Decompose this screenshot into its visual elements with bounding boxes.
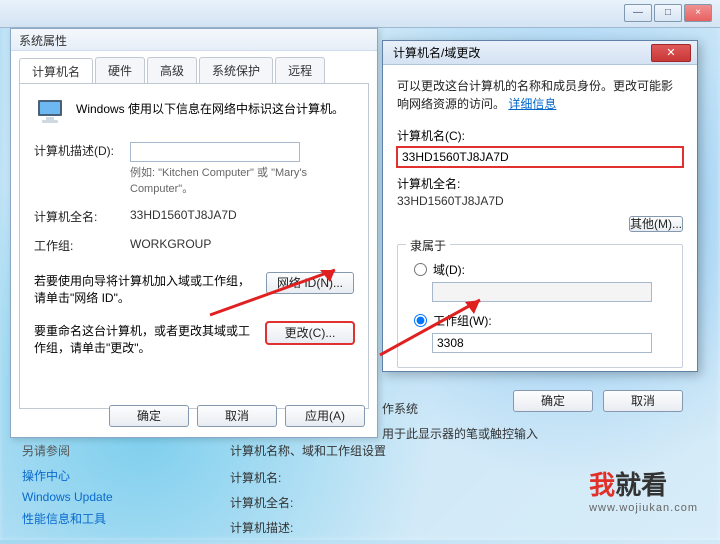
description-input[interactable] [130,142,300,162]
member-of-label: 隶属于 [406,237,450,254]
dialog2-close-button[interactable]: ✕ [651,44,691,62]
workgroup-input[interactable] [432,333,652,353]
see-also-panel: 另请参阅 操作中心 Windows Update 性能信息和工具 [22,442,182,533]
computer-name-input[interactable] [397,147,683,167]
computer-name-label: 计算机名(C): [397,127,683,144]
dialog2-ok-button[interactable]: 确定 [513,390,593,412]
tab-panel: Windows 使用以下信息在网络中标识这台计算机。 计算机描述(D): 例如:… [19,83,369,409]
tab-hardware[interactable]: 硬件 [95,57,145,83]
system-properties-dialog: 系统属性 计算机名 硬件 高级 系统保护 远程 Windows 使用以下信息在网… [10,28,378,438]
networkid-text: 若要使用向导将计算机加入域或工作组，请单击"网络 ID"。 [34,272,266,306]
fullname-label: 计算机全名: [34,208,130,225]
dialog2-fullname-value: 33HD1560TJ8JA7D [397,194,683,208]
workgroup-radio[interactable]: 工作组(W): [414,312,670,329]
tab-remote[interactable]: 远程 [275,57,325,83]
maximize-button[interactable]: □ [654,4,682,22]
change-button[interactable]: 更改(C)... [266,322,354,344]
link-action-center[interactable]: 操作中心 [22,467,182,484]
network-id-button[interactable]: 网络 ID(N)... [266,272,354,294]
minimize-button[interactable]: — [624,4,652,22]
tab-system-protection[interactable]: 系统保护 [199,57,273,83]
intro-text: Windows 使用以下信息在网络中标识这台计算机。 [76,96,344,128]
workgroup-value: WORKGROUP [130,237,354,251]
tab-strip: 计算机名 硬件 高级 系统保护 远程 [11,51,377,83]
name-domain-settings-panel: 计算机名称、域和工作组设置 计算机名: 计算机全名: 计算机描述: [230,442,510,544]
cancel-button[interactable]: 取消 [197,405,277,427]
dialog-title: 系统属性 [11,29,377,51]
see-also-header: 另请参阅 [22,442,182,459]
window-close-button[interactable]: × [684,4,712,22]
tab-advanced[interactable]: 高级 [147,57,197,83]
tab-computer-name[interactable]: 计算机名 [19,58,93,84]
workgroup-label: 工作组: [34,237,130,254]
dialog2-title: 计算机名/域更改 [393,44,480,61]
apply-button[interactable]: 应用(A) [285,405,365,427]
watermark: 我就看 www.wojiukan.com [589,465,698,514]
fullname-value: 33HD1560TJ8JA7D [130,208,354,222]
domain-input [432,282,652,302]
details-link[interactable]: 详细信息 [508,97,556,111]
domain-radio[interactable]: 域(D): [414,261,670,278]
dialog2-cancel-button[interactable]: 取消 [603,390,683,412]
description-hint: 例如: "Kitchen Computer" 或 "Mary's Compute… [130,164,354,196]
link-windows-update[interactable]: Windows Update [22,490,182,504]
window-chrome: — □ × [0,0,720,28]
more-button[interactable]: 其他(M)... [629,216,683,232]
rename-text: 要重命名这台计算机，或者更改其域或工作组，请单击"更改"。 [34,322,266,356]
dialog2-fullname-label: 计算机全名: [397,175,683,192]
computer-icon [34,96,66,128]
settings-header: 计算机名称、域和工作组设置 [230,442,510,459]
ok-button[interactable]: 确定 [109,405,189,427]
description-label: 计算机描述(D): [34,142,130,159]
link-performance-info[interactable]: 性能信息和工具 [22,510,182,527]
name-domain-change-dialog: 计算机名/域更改 ✕ 可以更改这台计算机的名称和成员身份。更改可能影响网络资源的… [382,40,698,372]
